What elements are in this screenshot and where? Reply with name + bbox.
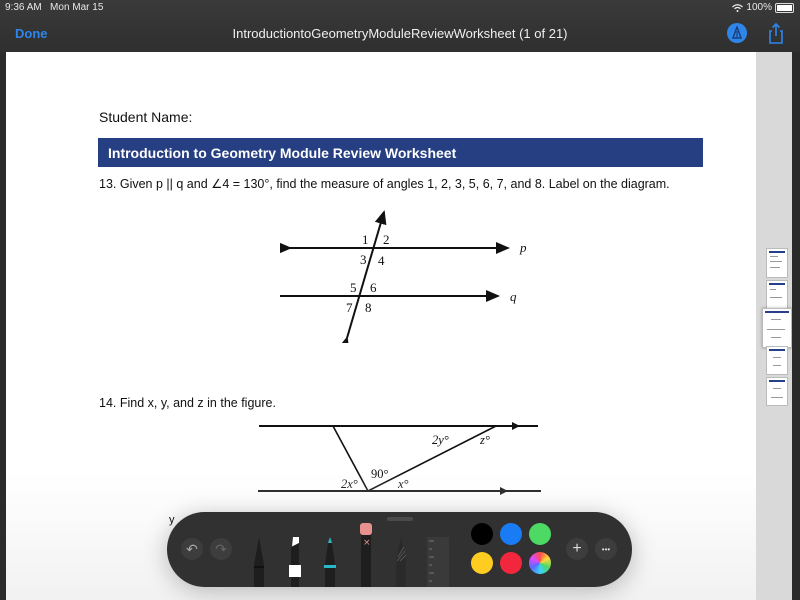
line-label-p: p: [519, 240, 527, 255]
ruler-tool[interactable]: [427, 537, 449, 587]
eraser-tool[interactable]: ×: [359, 523, 373, 587]
status-time: 9:36 AM: [5, 2, 42, 13]
label-2y: 2y°: [432, 433, 449, 447]
color-swatch-yellow[interactable]: [471, 552, 493, 574]
marker-tool[interactable]: [288, 537, 302, 587]
document-title: IntroductiontoGeometryModuleReviewWorksh…: [232, 26, 568, 41]
sidebar-edge: [792, 52, 800, 600]
line-label-q: q: [510, 289, 517, 304]
angle-label-5: 5: [350, 280, 357, 295]
angle-label-6: 6: [370, 280, 377, 295]
worksheet-header: Introduction to Geometry Module Review W…: [98, 138, 703, 167]
angle-label-2: 2: [383, 232, 390, 247]
page-thumbnail[interactable]: [766, 280, 788, 309]
lasso-tool[interactable]: [394, 537, 408, 587]
pen-tool[interactable]: [252, 537, 266, 587]
more-button[interactable]: •••: [595, 538, 617, 560]
undo-icon[interactable]: ↶: [181, 538, 203, 560]
wifi-icon: [732, 3, 744, 12]
color-swatch-green[interactable]: [529, 523, 551, 545]
stray-text: y: [169, 514, 175, 526]
redo-icon[interactable]: ↷: [210, 538, 232, 560]
page-thumbnail-sidebar: [756, 52, 792, 600]
transversal: [337, 210, 387, 343]
page-thumbnail[interactable]: [766, 248, 788, 278]
angle-label-4: 4: [378, 253, 385, 268]
color-swatch-black[interactable]: [471, 523, 493, 545]
battery-icon: [775, 2, 794, 13]
status-date: Mon Mar 15: [50, 2, 104, 13]
add-button[interactable]: +: [566, 538, 588, 560]
nav-bar: Done IntroductiontoGeometryModuleReviewW…: [0, 22, 800, 48]
page-thumbnail[interactable]: [766, 377, 788, 406]
page-thumbnail[interactable]: [766, 346, 788, 375]
angle-label-8: 8: [365, 300, 372, 315]
page-thumbnail-selected[interactable]: [762, 308, 792, 348]
worksheet-header-text: Introduction to Geometry Module Review W…: [108, 145, 457, 161]
angle-label-3: 3: [360, 252, 367, 267]
status-right: 100%: [732, 2, 794, 13]
angle-label-7: 7: [346, 300, 353, 315]
question-14-text: 14. Find x, y, and z in the figure.: [99, 396, 276, 410]
markup-pen-icon[interactable]: [727, 23, 747, 43]
status-time-date: 9:36 AM Mon Mar 15: [5, 2, 103, 13]
color-wheel-icon[interactable]: [529, 552, 551, 574]
color-swatch-red[interactable]: [500, 552, 522, 574]
angle-label-1: 1: [362, 232, 369, 247]
label-z: z°: [479, 433, 490, 447]
student-name-label: Student Name:: [99, 109, 193, 125]
color-swatch-blue[interactable]: [500, 523, 522, 545]
toolbar-grabber[interactable]: [387, 517, 413, 521]
parallel-lines-transversal-diagram: 1 2 3 4 5 6 7 8 p q: [280, 210, 527, 343]
share-icon[interactable]: [767, 22, 785, 44]
question-13-text: 13. Given p || q and ∠4 = 130°, find the…: [99, 177, 670, 191]
svg-text:×: ×: [363, 538, 371, 548]
top-bar: 9:36 AM Mon Mar 15 100% Done Introductio…: [0, 0, 800, 52]
pencil-tool[interactable]: [323, 537, 337, 587]
markup-toolbar: ↶ ↷ × + •••: [167, 512, 632, 587]
battery-percent: 100%: [746, 2, 772, 13]
